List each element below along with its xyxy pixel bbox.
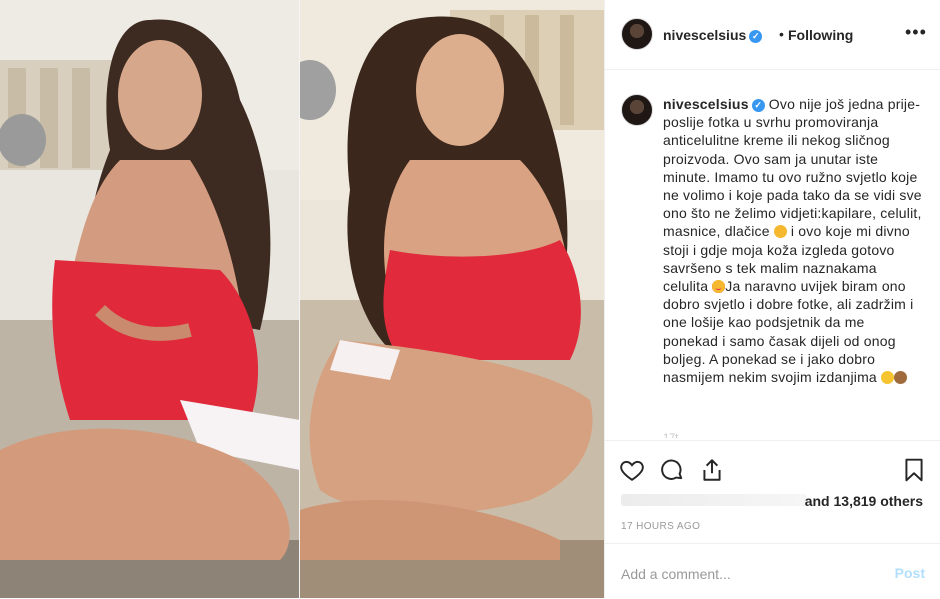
scream-emoji-icon	[773, 225, 787, 239]
avatar[interactable]	[621, 18, 653, 50]
caption-area: nivescelsius ✓ Ovo nije još jedna prije-p…	[605, 70, 940, 438]
post-comment-button[interactable]: Post	[895, 565, 925, 581]
header-username[interactable]: nivescelsius ✓	[663, 27, 763, 43]
more-options-icon[interactable]: •••	[905, 22, 927, 43]
caption-text: nivescelsius ✓ Ovo nije još jedna prije-p…	[663, 95, 923, 386]
comment-input[interactable]	[621, 564, 861, 584]
comment-bar: Post	[605, 543, 940, 599]
photo-before	[0, 0, 300, 598]
likes-count[interactable]: and 13,819 others	[805, 493, 923, 509]
caption-time: 17t	[663, 432, 679, 438]
comment-icon[interactable]	[659, 457, 685, 483]
likes-row: and 13,819 others	[605, 490, 940, 514]
caption-part-3: Ja naravno uvijek biram ono dobro svjetl…	[663, 278, 914, 386]
likes-redacted	[621, 494, 807, 506]
post-header: nivescelsius ✓ • Following •••	[605, 0, 940, 70]
caption-part-1: Ovo nije još jedna prije-poslije fotka u…	[663, 96, 922, 240]
joy-emoji-icon	[881, 371, 895, 385]
action-bar	[605, 440, 940, 491]
verified-badge-icon: ✓	[749, 29, 763, 43]
post-media[interactable]	[0, 0, 604, 598]
header-username-text[interactable]: nivescelsius	[663, 27, 746, 43]
verified-badge-icon: ✓	[751, 98, 765, 112]
photo-after	[300, 0, 604, 598]
following-button[interactable]: Following	[788, 27, 853, 43]
caption-username-text[interactable]: nivescelsius	[663, 96, 749, 112]
bookmark-icon[interactable]	[901, 457, 927, 483]
heart-eyes-emoji-icon	[712, 280, 726, 294]
post-sidebar: nivescelsius ✓ • Following ••• nivescelsi…	[604, 0, 940, 598]
heart-icon[interactable]	[619, 457, 645, 483]
caption-username[interactable]: nivescelsius ✓	[663, 96, 765, 112]
post-timestamp[interactable]: 17 HOURS AGO	[621, 521, 700, 532]
caption-avatar[interactable]	[621, 94, 653, 126]
separator-dot: •	[779, 26, 784, 42]
share-icon[interactable]	[699, 457, 725, 483]
see-no-evil-emoji-icon	[894, 371, 908, 385]
